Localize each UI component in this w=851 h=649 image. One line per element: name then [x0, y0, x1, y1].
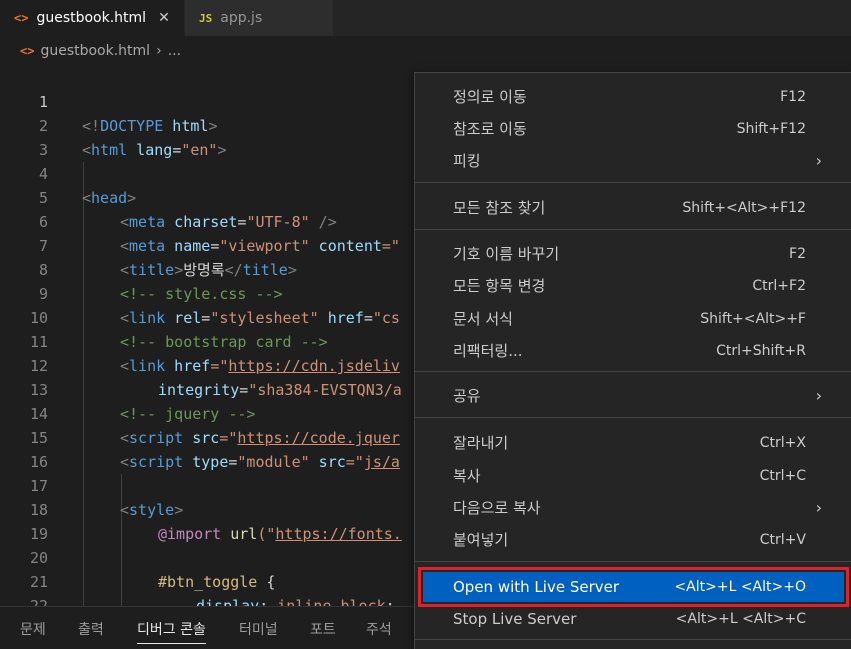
tab-app-js[interactable]: JS app.js: [185, 0, 333, 36]
editor-tab-bar: <> guestbook.html ✕ JS app.js: [0, 0, 851, 36]
menu-item-share[interactable]: 공유 ›: [423, 381, 844, 411]
menu-item-go-to-references[interactable]: 참조로 이동 Shift+F12: [423, 114, 844, 144]
menu-item-rename-symbol[interactable]: 기호 이름 바꾸기 F2: [423, 239, 844, 269]
tab-comments[interactable]: 주석: [366, 619, 392, 639]
menu-separator: [415, 639, 851, 640]
menu-separator: [415, 229, 851, 230]
close-icon[interactable]: ✕: [158, 10, 170, 26]
menu-item-find-all-references[interactable]: 모든 참조 찾기 Shift+<Alt>+F12: [423, 193, 844, 223]
menu-item-format-document[interactable]: 문서 서식 Shift+<Alt>+F: [423, 304, 844, 334]
html-file-icon: <>: [20, 44, 35, 58]
breadcrumb: <> guestbook.html › ...: [0, 36, 851, 66]
menu-separator: [415, 182, 851, 183]
tab-debug-console[interactable]: 디버그 콘솔: [137, 619, 206, 644]
menu-item-change-all-occurrences[interactable]: 모든 항목 변경 Ctrl+F2: [423, 271, 844, 301]
menu-item-cut[interactable]: 잘라내기 Ctrl+X: [423, 428, 844, 458]
tab-label: app.js: [220, 10, 263, 26]
menu-item-paste[interactable]: 붙여넣기 Ctrl+V: [423, 525, 844, 555]
chevron-right-icon: ›: [815, 498, 822, 517]
tab-output[interactable]: 출력: [78, 619, 104, 639]
tab-ports[interactable]: 포트: [310, 619, 336, 639]
tab-label: guestbook.html: [36, 10, 147, 26]
menu-item-open-with-live-server[interactable]: Open with Live Server <Alt>+L <Alt>+O: [418, 567, 849, 607]
menu-item-copy[interactable]: 복사 Ctrl+C: [423, 461, 844, 491]
menu-item-go-to-definition[interactable]: 정의로 이동 F12: [423, 82, 844, 112]
js-file-icon: JS: [199, 11, 213, 25]
tab-guestbook-html[interactable]: <> guestbook.html ✕: [0, 0, 185, 36]
menu-separator: [415, 417, 851, 418]
menu-item-copy-as[interactable]: 다음으로 복사 ›: [423, 493, 844, 523]
chevron-right-icon: ›: [815, 151, 822, 170]
context-menu: 정의로 이동 F12 참조로 이동 Shift+F12 피킹 › 모든 참조 찾…: [414, 72, 851, 649]
menu-item-stop-live-server[interactable]: Stop Live Server <Alt>+L <Alt>+C: [423, 604, 844, 634]
menu-item-peek[interactable]: 피킹 ›: [423, 146, 844, 176]
menu-separator: [415, 561, 851, 562]
html-file-icon: <>: [14, 11, 29, 25]
tab-problems[interactable]: 문제: [20, 619, 46, 639]
chevron-right-icon: ›: [815, 386, 822, 405]
tab-terminal[interactable]: 터미널: [239, 619, 278, 639]
breadcrumb-file[interactable]: guestbook.html: [40, 43, 150, 59]
chevron-right-icon: ›: [156, 43, 162, 59]
breadcrumb-more[interactable]: ...: [168, 43, 181, 59]
menu-separator: [415, 371, 851, 372]
menu-item-refactor[interactable]: 리팩터링... Ctrl+Shift+R: [423, 336, 844, 366]
